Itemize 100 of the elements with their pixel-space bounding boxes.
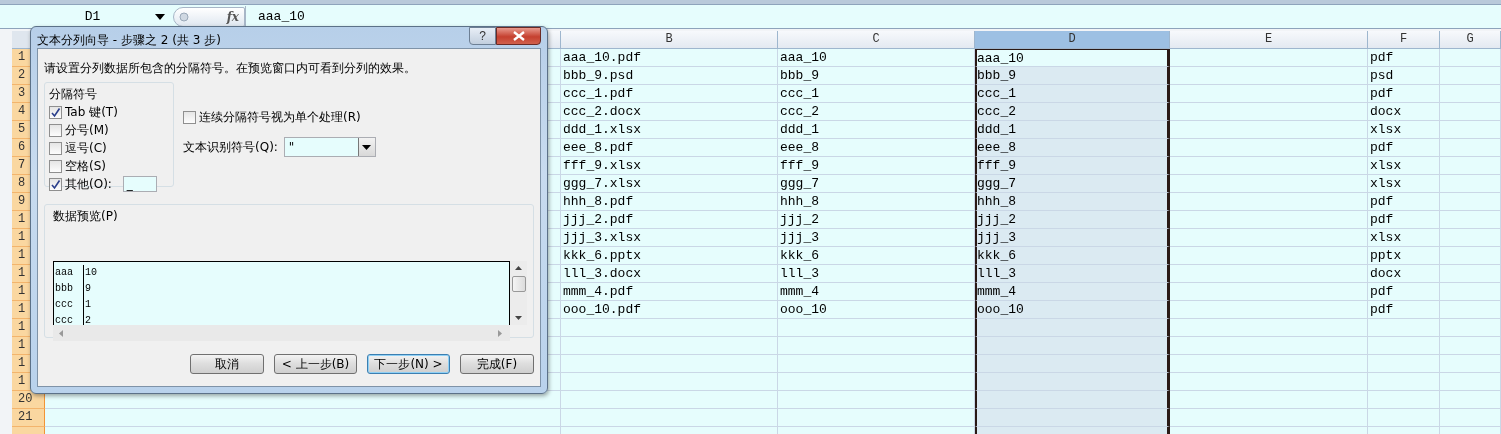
table-cell: ddd_1.xlsx bbox=[561, 121, 778, 139]
column-header[interactable]: C bbox=[778, 31, 975, 49]
dropdown[interactable]: " bbox=[283, 137, 376, 157]
table-cell: jjj_2.pdf bbox=[561, 211, 778, 229]
table-cell: hhh_8 bbox=[778, 193, 975, 211]
table-cell bbox=[1368, 373, 1440, 391]
table-cell: jjj_3.xlsx bbox=[561, 229, 778, 247]
scrollbar-thumb[interactable] bbox=[511, 276, 526, 292]
column-header[interactable]: D bbox=[975, 31, 1170, 49]
table-cell: ooo_10 bbox=[975, 301, 1170, 319]
table-cell: kkk_6 bbox=[778, 247, 975, 265]
table-cell: pdf bbox=[1368, 301, 1440, 319]
checkbox[interactable] bbox=[183, 110, 196, 124]
dialog-button[interactable]: 取消 bbox=[190, 354, 264, 374]
scroll-up-icon[interactable] bbox=[515, 266, 522, 270]
dialog-button[interactable]: 完成(F) bbox=[460, 354, 534, 374]
table-cell: mmm_4.pdf bbox=[561, 283, 778, 301]
table-cell: ccc_2 bbox=[975, 103, 1170, 121]
table-cell bbox=[1440, 193, 1501, 211]
table-cell: jjj_3 bbox=[975, 229, 1170, 247]
group-title: 分隔符号 bbox=[49, 86, 99, 103]
table-cell bbox=[1440, 283, 1501, 301]
table-cell: eee_8 bbox=[778, 139, 975, 157]
close-icon[interactable] bbox=[512, 31, 525, 41]
dropdown-icon[interactable] bbox=[155, 13, 165, 20]
preview-cell: bbb bbox=[54, 281, 84, 297]
column-header[interactable]: F bbox=[1368, 31, 1440, 49]
checkbox[interactable] bbox=[49, 159, 62, 173]
dropdown-icon[interactable] bbox=[362, 144, 372, 150]
checkbox-label[interactable]: 逗号(C) bbox=[65, 139, 107, 157]
table-cell: docx bbox=[1368, 103, 1440, 121]
field-label: 文本识别符号(Q): bbox=[183, 138, 278, 156]
checkbox[interactable] bbox=[49, 141, 62, 155]
dialog-title: 文本分列向导 - 步骤之 2 (共 3 步) bbox=[37, 32, 221, 49]
table-cell: jjj_3 bbox=[778, 229, 975, 247]
table-cell: ooo_10 bbox=[778, 301, 975, 319]
checkbox-label[interactable]: 空格(S) bbox=[65, 157, 106, 175]
row-header[interactable]: 20 bbox=[12, 391, 45, 409]
checkbox[interactable] bbox=[49, 105, 62, 119]
scroll-right-icon[interactable] bbox=[498, 329, 502, 337]
table-cell: pdf bbox=[1368, 85, 1440, 103]
column-header[interactable]: G bbox=[1440, 31, 1501, 49]
checkbox[interactable] bbox=[49, 177, 62, 191]
table-cell: mmm_4 bbox=[975, 283, 1170, 301]
horizontal-scrollbar[interactable] bbox=[53, 325, 510, 341]
checkbox[interactable] bbox=[49, 123, 62, 137]
column-header[interactable]: E bbox=[1170, 31, 1368, 49]
checkbox-label[interactable]: 分号(M) bbox=[65, 121, 109, 139]
row-header[interactable]: 21 bbox=[12, 409, 45, 427]
table-cell: aaa_10.pdf bbox=[561, 49, 778, 67]
table-cell: fff_9 bbox=[778, 157, 975, 175]
table-cell bbox=[1440, 247, 1501, 265]
name-box[interactable]: D1 bbox=[30, 6, 155, 27]
table-cell: jjj_2 bbox=[975, 211, 1170, 229]
table-cell bbox=[1440, 67, 1501, 85]
table-cell bbox=[1440, 157, 1501, 175]
vertical-scrollbar[interactable] bbox=[510, 261, 527, 325]
table-cell bbox=[1440, 139, 1501, 157]
dialog-button[interactable]: 下一步(N) > bbox=[367, 354, 450, 374]
table-cell bbox=[1440, 337, 1501, 355]
table-cell bbox=[1440, 319, 1501, 337]
checkbox-label[interactable]: Tab 键(T) bbox=[65, 103, 118, 121]
instruction-text: 请设置分列数据所包含的分隔符号。在预览窗口内可看到分列的效果。 bbox=[44, 60, 417, 77]
scroll-left-icon[interactable] bbox=[59, 329, 63, 337]
table-cell: xlsx bbox=[1368, 157, 1440, 175]
table-cell: pptx bbox=[1368, 247, 1440, 265]
preview-cell-text: 1 bbox=[84, 298, 91, 312]
preview-cell-text: 2 bbox=[84, 314, 91, 325]
circle-icon[interactable] bbox=[179, 11, 189, 22]
table-cell bbox=[1368, 391, 1440, 409]
table-cell: ccc_2 bbox=[778, 103, 975, 121]
table-cell: ccc_2.docx bbox=[561, 103, 778, 121]
column-header[interactable]: B bbox=[561, 31, 778, 49]
table-cell: mmm_4 bbox=[778, 283, 975, 301]
dialog-button[interactable]: < 上一步(B) bbox=[274, 354, 357, 374]
table-cell bbox=[1440, 175, 1501, 193]
table-cell: kkk_6 bbox=[975, 247, 1170, 265]
table-cell: pdf bbox=[1368, 49, 1440, 67]
table-cell bbox=[1440, 85, 1501, 103]
table-cell: ccc_1 bbox=[975, 85, 1170, 103]
table-cell: ggg_7 bbox=[778, 175, 975, 193]
checkbox-label[interactable]: 其他(O): bbox=[65, 175, 112, 193]
scroll-down-icon[interactable] bbox=[515, 316, 522, 320]
table-cell bbox=[1440, 229, 1501, 247]
table-cell bbox=[1368, 319, 1440, 337]
insert-function-button[interactable]: fx bbox=[226, 9, 239, 24]
close-button[interactable] bbox=[496, 27, 541, 45]
table-cell: psd bbox=[1368, 67, 1440, 85]
preview-cell: aaa bbox=[54, 265, 84, 281]
table-cell: lll_3.docx bbox=[561, 265, 778, 283]
help-button[interactable]: ? bbox=[469, 27, 496, 45]
table-cell: xlsx bbox=[1368, 229, 1440, 247]
table-cell bbox=[1440, 121, 1501, 139]
input-field[interactable]: _ bbox=[122, 176, 157, 192]
preview-cell-text: 10 bbox=[84, 266, 97, 280]
table-cell: lll_3 bbox=[975, 265, 1170, 283]
table-cell bbox=[1440, 355, 1501, 373]
checkbox-label[interactable]: 连续分隔符号视为单个处理(R) bbox=[199, 108, 361, 126]
table-cell bbox=[1368, 355, 1440, 373]
table-cell: aaa_10 bbox=[778, 49, 975, 67]
